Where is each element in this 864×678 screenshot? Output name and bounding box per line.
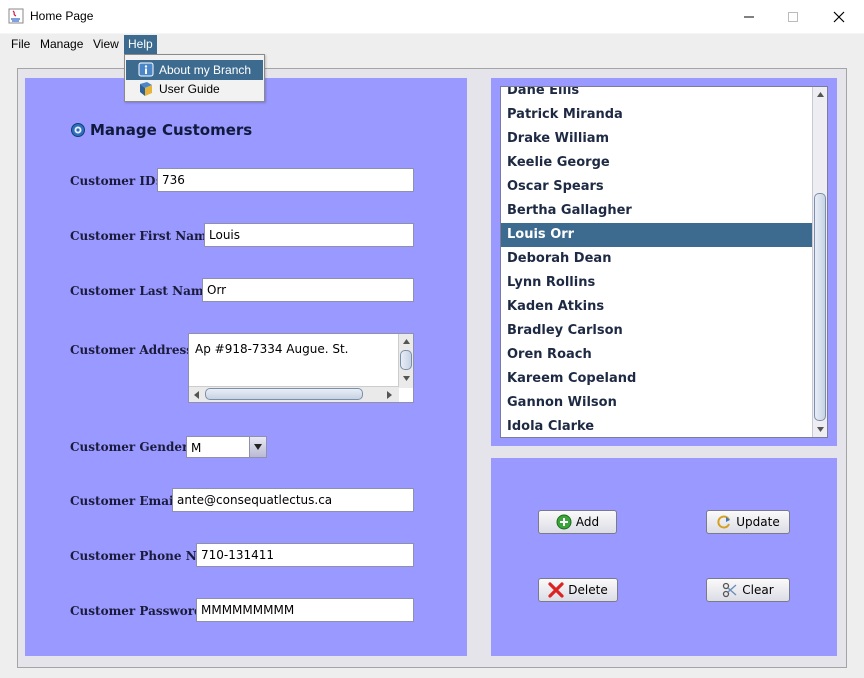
gear-icon — [71, 123, 85, 137]
actions-panel — [491, 458, 837, 656]
list-item[interactable]: Bertha Gallagher — [501, 199, 814, 223]
update-button[interactable]: Update — [706, 510, 790, 534]
java-app-icon — [8, 8, 24, 24]
list-item[interactable]: Idola Clarke — [501, 415, 814, 437]
last-name-field[interactable]: Orr — [202, 278, 414, 302]
list-item[interactable]: Kaden Atkins — [501, 295, 814, 319]
delete-button[interactable]: Delete — [538, 578, 618, 602]
list-item[interactable]: Louis Orr — [501, 223, 814, 247]
gender-label: Customer Gender: — [70, 440, 193, 454]
title-bar: Home Page — [0, 0, 864, 33]
email-label: Customer Email: — [70, 494, 183, 508]
address-hscroll-thumb[interactable] — [205, 388, 363, 400]
info-icon — [138, 62, 154, 77]
user-guide-label: User Guide — [159, 82, 220, 96]
customer-list[interactable]: Dane Ellis Patrick Miranda Drake William Ke… — [500, 86, 828, 438]
address-vertical-scrollbar[interactable] — [398, 334, 413, 388]
list-item[interactable]: Dane Ellis — [501, 87, 814, 103]
list-item[interactable]: Drake William — [501, 127, 814, 151]
gender-select[interactable]: M — [186, 436, 267, 458]
refresh-icon — [717, 515, 731, 529]
chevron-down-icon — [254, 444, 262, 450]
gender-dropdown-button[interactable] — [249, 437, 266, 457]
scroll-down-icon — [817, 427, 824, 432]
menu-item-user-guide[interactable]: User Guide — [126, 79, 263, 99]
section-title: Manage Customers — [90, 121, 253, 139]
add-button-label: Add — [575, 515, 600, 529]
customer-list-items: Dane Ellis Patrick Miranda Drake William Ke… — [501, 87, 814, 437]
list-item[interactable]: Keelie George — [501, 151, 814, 175]
add-button[interactable]: Add — [538, 510, 617, 534]
list-item[interactable]: Oren Roach — [501, 343, 814, 367]
menu-file[interactable]: File — [7, 35, 34, 54]
clear-button[interactable]: Clear — [706, 578, 790, 602]
address-label: Customer Address: — [70, 343, 198, 357]
address-textarea[interactable]: Ap #918-7334 Augue. St. — [188, 333, 414, 403]
maximize-icon — [788, 11, 798, 22]
email-field[interactable]: ante@consequatlectus.ca — [172, 488, 414, 512]
scroll-right-icon — [387, 391, 392, 399]
maximize-button[interactable] — [770, 0, 816, 33]
help-menu-dropdown: About my Branch User Guide — [124, 54, 265, 102]
close-button[interactable] — [816, 0, 862, 33]
window-title: Home Page — [30, 9, 94, 23]
scroll-up-icon — [817, 92, 824, 97]
list-item[interactable]: Oscar Spears — [501, 175, 814, 199]
about-my-branch-label: About my Branch — [159, 63, 252, 77]
menu-view[interactable]: View — [89, 35, 123, 54]
delete-x-icon — [548, 582, 564, 598]
menu-help[interactable]: Help — [124, 35, 157, 54]
list-item[interactable]: Lynn Rollins — [501, 271, 814, 295]
list-item[interactable]: Gannon Wilson — [501, 391, 814, 415]
last-name-label: Customer Last Name: — [70, 284, 216, 298]
menu-item-about-my-branch[interactable]: About my Branch — [126, 60, 263, 80]
delete-button-label: Delete — [568, 583, 608, 597]
minimize-icon — [744, 16, 754, 17]
close-icon — [833, 11, 845, 22]
menu-manage[interactable]: Manage — [36, 35, 87, 54]
customer-list-scrollbar[interactable] — [812, 87, 827, 437]
gender-value: M — [191, 441, 202, 455]
add-icon — [556, 514, 572, 530]
menu-bar: File Manage View Help — [0, 33, 864, 54]
customer-id-label: Customer ID: — [70, 174, 160, 188]
scroll-left-icon — [194, 391, 199, 399]
customer-id-field[interactable]: 736 — [157, 168, 414, 192]
scissors-icon — [723, 582, 737, 598]
address-horizontal-scrollbar[interactable] — [189, 386, 399, 402]
minimize-button[interactable] — [726, 0, 772, 33]
list-item[interactable]: Patrick Miranda — [501, 103, 814, 127]
phone-field[interactable]: 710-131411 — [196, 543, 414, 567]
help-book-icon — [140, 82, 152, 96]
phone-label: Customer Phone N°: — [70, 549, 208, 563]
list-item[interactable]: Kareem Copeland — [501, 367, 814, 391]
update-button-label: Update — [736, 515, 780, 529]
password-label: Customer Password: — [70, 604, 207, 618]
address-scroll-thumb[interactable] — [400, 350, 412, 370]
clear-button-label: Clear — [742, 583, 774, 597]
first-name-label: Customer First Name: — [70, 229, 219, 243]
password-field[interactable]: MMMMMMMMM — [196, 598, 414, 622]
address-text: Ap #918-7334 Augue. St. — [195, 342, 349, 356]
first-name-field[interactable]: Louis — [204, 223, 414, 247]
scroll-up-icon — [403, 339, 410, 344]
customer-list-scroll-thumb[interactable] — [814, 193, 826, 421]
scroll-down-icon — [403, 376, 410, 381]
list-item[interactable]: Deborah Dean — [501, 247, 814, 271]
list-item[interactable]: Bradley Carlson — [501, 319, 814, 343]
